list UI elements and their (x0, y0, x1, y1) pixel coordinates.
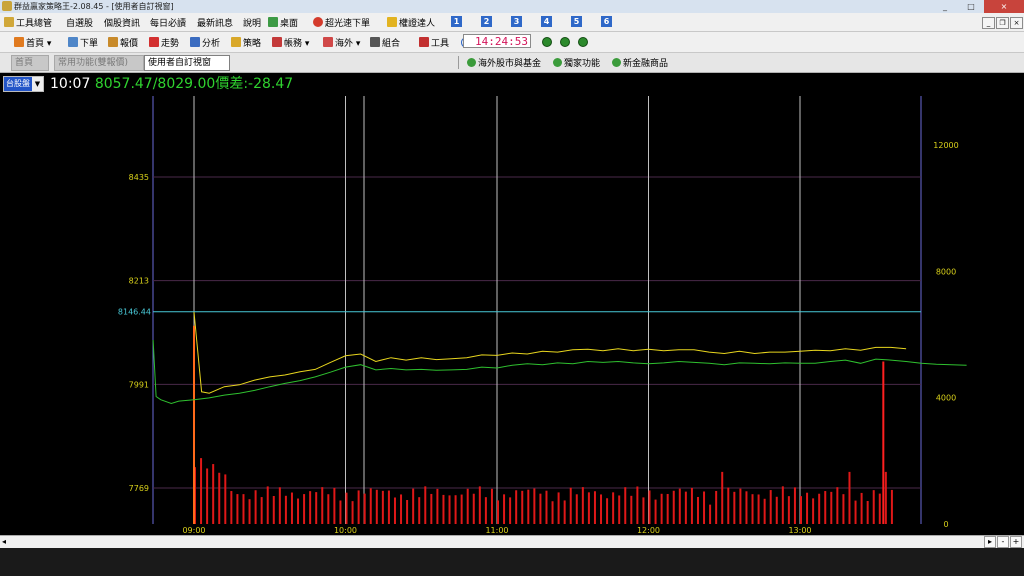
globe-icon (553, 58, 562, 67)
y-tick-label: 7769 (129, 484, 149, 493)
y-tick-label: 7991 (129, 380, 149, 389)
taskbar (0, 548, 1024, 576)
tools-icon (419, 37, 429, 47)
window-title: 群益贏家策略王-2.08.45 - [使用者自訂視窗] (14, 2, 174, 11)
overseas-button[interactable]: 海外 ▾ (323, 36, 360, 49)
menu-fast-order[interactable]: 超光速下單 (313, 16, 370, 29)
scroll-right-icon[interactable]: ▸ (984, 536, 996, 548)
flag-icon (323, 37, 333, 47)
menu-desktop[interactable]: 桌面 (268, 16, 298, 29)
headline-time: 10:07 (50, 76, 91, 92)
toolbar: 首頁 ▾ 下單 報價 走勢 分析 策略 帳務 ▾ 海外 ▾ 組合 工具 14:2… (0, 32, 1024, 53)
title-bar: 群益贏家策略王-2.08.45 - [使用者自訂視窗] _ □ × (0, 0, 1024, 14)
menu-watchlist[interactable]: 自選股 (66, 16, 93, 29)
link-exclusive[interactable]: 獨家功能 (553, 56, 600, 69)
monitor-icon (68, 37, 78, 47)
menu-bar: 工具總管 自選股 個股資訊 每日必讀 最新訊息 說明 桌面 超光速下單 權證達人… (0, 13, 1024, 32)
x-tick-label: 12:00 (637, 526, 660, 535)
mdi-close-button[interactable]: × (1010, 17, 1023, 29)
menu-daily[interactable]: 每日必讀 (150, 16, 186, 29)
zoom-out-icon[interactable]: - (997, 536, 1009, 548)
trend-button[interactable]: 走勢 (149, 36, 179, 49)
bar-chart-icon (190, 37, 200, 47)
menu-news[interactable]: 最新訊息 (197, 16, 233, 29)
strategy-button[interactable]: 策略 (231, 36, 261, 49)
market-select[interactable]: 台股盤 ▼ (3, 76, 44, 92)
crown-icon (4, 17, 14, 27)
horizontal-scrollbar[interactable]: ◂ ▸ - + (0, 535, 1024, 548)
analysis-button[interactable]: 分析 (190, 36, 220, 49)
mdi-restore-button[interactable]: ❐ (996, 17, 1009, 29)
price-series-line-1 (152, 339, 967, 405)
menu-warrant[interactable]: 權證達人 (387, 16, 435, 29)
folder-icon (231, 37, 241, 47)
intraday-chart: 7769 7991 8213 8435 09:00 10:00 11:00 12:00 13:0… (118, 96, 967, 535)
menu-help[interactable]: 說明 (243, 16, 261, 29)
clock-display: 14:24:53 (463, 34, 531, 48)
tools-button[interactable]: 工具 (419, 36, 449, 49)
price-headline: 10:07 8057.47/8029.00價差:-28.47 (50, 76, 293, 92)
combo-icon (370, 37, 380, 47)
volume-tick-label: 8000 (936, 267, 956, 276)
tab-bar: 首頁 常用功能(雙報價) 使用者自訂視窗 海外股市與基金 獨家功能 新金融商品 (0, 53, 1024, 73)
line-chart-icon (149, 37, 159, 47)
scroll-left-icon[interactable]: ◂ (2, 537, 6, 546)
num-button-1[interactable]: 1 (451, 16, 462, 27)
y-tick-label: 8435 (129, 173, 149, 182)
price-series-line-0 (193, 311, 907, 394)
volume-tick-label: 0 (943, 520, 948, 529)
tab-separator (458, 56, 459, 69)
menu-tool-manager[interactable]: 工具總管 (4, 16, 52, 29)
maximize-button[interactable]: □ (958, 0, 984, 13)
grid-icon (108, 37, 118, 47)
person-icon (387, 17, 397, 27)
link-new-products[interactable]: 新金融商品 (612, 56, 668, 69)
combo-button[interactable]: 組合 (370, 36, 400, 49)
globe-icon (467, 58, 476, 67)
x-tick-label: 11:00 (485, 526, 508, 535)
reference-label: 8146.44 (118, 308, 151, 317)
zoom-in-icon[interactable]: + (1010, 536, 1022, 548)
mdi-minimize-button[interactable]: _ (982, 17, 995, 29)
chevron-down-icon[interactable]: ▼ (32, 77, 43, 91)
headline-spread: 價差:-28.47 (215, 76, 294, 92)
quote-button[interactable]: 報價 (108, 36, 138, 49)
close-button[interactable]: × (984, 0, 1024, 13)
x-tick-label: 13:00 (788, 526, 811, 535)
home-button[interactable]: 首頁 ▾ (14, 36, 51, 49)
link-overseas-funds[interactable]: 海外股市與基金 (467, 56, 541, 69)
menu-stock-info[interactable]: 個股資訊 (104, 16, 140, 29)
globe-icon (612, 58, 621, 67)
ledger-icon (272, 37, 282, 47)
order-button[interactable]: 下單 (68, 36, 98, 49)
desktop-icon (268, 17, 278, 27)
num-button-6[interactable]: 6 (601, 16, 612, 27)
num-button-5[interactable]: 5 (571, 16, 582, 27)
star-icon (313, 17, 323, 27)
green-status-icon[interactable] (542, 37, 552, 47)
x-tick-label: 10:00 (334, 526, 357, 535)
tab-common[interactable]: 常用功能(雙報價) (54, 55, 144, 71)
green-status-icon[interactable] (578, 37, 588, 47)
num-button-3[interactable]: 3 (511, 16, 522, 27)
tab-custom-window[interactable]: 使用者自訂視窗 (144, 55, 230, 71)
green-status-icon[interactable] (560, 37, 570, 47)
volume-tick-label: 4000 (936, 394, 956, 403)
app-logo-icon (2, 1, 12, 11)
num-button-4[interactable]: 4 (541, 16, 552, 27)
volume-tick-label: 12000 (933, 141, 958, 150)
home-icon (14, 37, 24, 47)
num-button-2[interactable]: 2 (481, 16, 492, 27)
account-button[interactable]: 帳務 ▾ (272, 36, 309, 49)
minimize-button[interactable]: _ (932, 0, 958, 13)
headline-values: 8057.47/8029.00 (94, 76, 216, 92)
y-tick-label: 8213 (129, 277, 149, 286)
tab-home[interactable]: 首頁 (11, 55, 49, 71)
x-tick-label: 09:00 (182, 526, 205, 535)
